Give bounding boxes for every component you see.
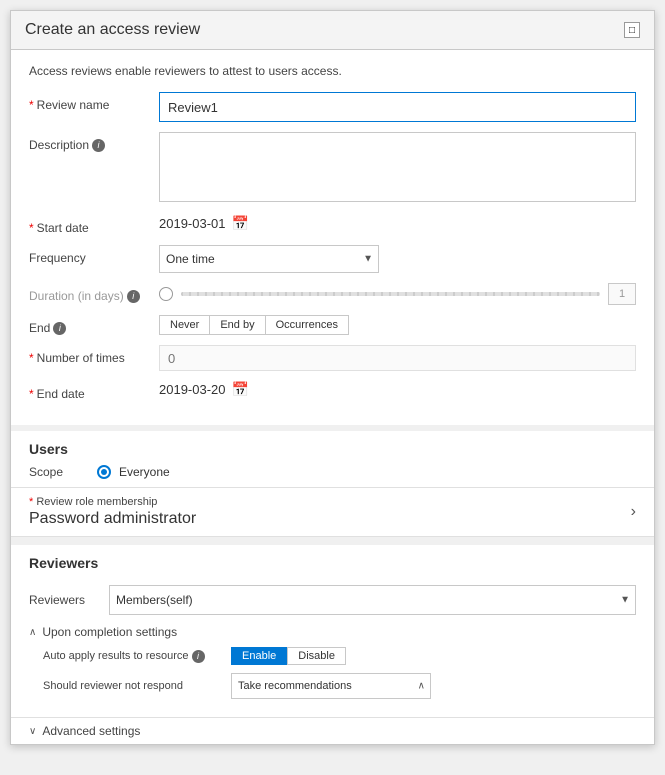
advanced-toggle[interactable]: ∨ Advanced settings [11, 717, 654, 744]
close-button[interactable]: □ [624, 22, 640, 38]
role-label-text: * Review role membership [29, 496, 196, 508]
duration-slider-wrap [181, 292, 600, 296]
reviewers-label: Reviewers [29, 593, 109, 607]
frequency-select[interactable]: One time Weekly Monthly Quarterly Annual… [159, 245, 379, 273]
end-buttons: Never End by Occurrences [159, 315, 636, 335]
end-control-wrap: Never End by Occurrences [159, 315, 636, 335]
required-star-3: * [29, 351, 34, 365]
start-date-wrap: 2019-03-01 📅 [159, 215, 636, 232]
reviewers-select[interactable]: Members(self) Selected users Managers [109, 585, 636, 615]
section-gap [11, 537, 654, 545]
reviewers-section: Reviewers Members(self) Selected users M… [11, 575, 654, 717]
end-endby-button[interactable]: End by [209, 315, 265, 335]
reviewers-row: Reviewers Members(self) Selected users M… [29, 585, 636, 615]
required-star: * [29, 98, 34, 112]
not-respond-row: Should reviewer not respond Take recomme… [43, 673, 636, 699]
end-row: End i Never End by Occurrences [29, 315, 636, 335]
title-bar: Create an access review □ [11, 11, 654, 50]
scope-label: Scope [29, 465, 89, 479]
frequency-label: Frequency [29, 245, 159, 265]
advanced-chevron-icon: ∨ [29, 726, 36, 737]
duration-info-icon: i [127, 290, 140, 303]
reviewers-select-wrap: Members(self) Selected users Managers ▼ [109, 585, 636, 615]
end-date-label: * End date [29, 381, 159, 401]
frequency-row: Frequency One time Weekly Monthly Quarte… [29, 245, 636, 273]
reviewers-section-header: Reviewers [11, 545, 654, 575]
role-value: Password administrator [29, 510, 196, 528]
auto-apply-info-icon: i [192, 650, 205, 663]
duration-label: Duration (in days) i [29, 283, 159, 303]
end-label: End i [29, 315, 159, 335]
number-of-times-row: * Number of times [29, 345, 636, 371]
auto-apply-toggle-group: Enable Disable [231, 647, 346, 665]
review-name-wrap [159, 92, 636, 122]
completion-toggle[interactable]: ∧ Upon completion settings [29, 625, 636, 639]
start-date-value: 2019-03-01 [159, 216, 226, 231]
number-of-times-wrap [159, 345, 636, 371]
start-date-calendar-icon[interactable]: 📅 [232, 215, 249, 232]
review-name-input[interactable] [159, 92, 636, 122]
completion-chevron-icon: ∧ [29, 627, 36, 638]
scope-radio[interactable] [97, 465, 111, 479]
start-date-input-wrap: 2019-03-01 📅 [159, 215, 636, 232]
scope-value: Everyone [119, 465, 170, 479]
end-date-wrap: 2019-03-20 📅 [159, 381, 636, 398]
number-of-times-label: * Number of times [29, 345, 159, 365]
number-of-times-input[interactable] [159, 345, 636, 371]
end-date-row: * End date 2019-03-20 📅 [29, 381, 636, 401]
not-respond-label: Should reviewer not respond [43, 680, 223, 692]
duration-row: Duration (in days) i 1 [29, 283, 636, 305]
duration-wrap: 1 [159, 283, 636, 305]
duration-slider-num: 1 [608, 283, 636, 305]
review-name-label: * Review name [29, 92, 159, 112]
auto-apply-row: Auto apply results to resource i Enable … [43, 647, 636, 665]
role-content: * Review role membership Password admini… [29, 496, 196, 528]
users-section-header: Users [11, 431, 654, 461]
review-name-row: * Review name [29, 92, 636, 122]
duration-radio[interactable] [159, 287, 173, 301]
scope-row: Scope Everyone [11, 461, 654, 487]
scope-radio-inner [101, 469, 107, 475]
completion-inner: Auto apply results to resource i Enable … [29, 647, 636, 699]
required-star-2: * [29, 221, 34, 235]
recommend-select[interactable]: Take recommendations Approve access Deny… [231, 673, 431, 699]
auto-apply-enable-button[interactable]: Enable [231, 647, 287, 665]
duration-control-wrap: 1 [159, 283, 636, 305]
frequency-wrap: One time Weekly Monthly Quarterly Annual… [159, 245, 636, 273]
end-date-calendar-icon[interactable]: 📅 [232, 381, 249, 398]
completion-section: ∧ Upon completion settings Auto apply re… [29, 625, 636, 699]
recommend-select-wrap: Take recommendations Approve access Deny… [231, 673, 431, 699]
duration-slider-track[interactable] [181, 292, 600, 296]
role-chevron-icon: › [631, 503, 636, 521]
description-wrap [159, 132, 636, 205]
description-info-icon: i [92, 139, 105, 152]
auto-apply-label: Auto apply results to resource i [43, 650, 223, 663]
end-date-input-wrap: 2019-03-20 📅 [159, 381, 636, 398]
dialog: Create an access review □ Access reviews… [10, 10, 655, 745]
auto-apply-disable-button[interactable]: Disable [287, 647, 346, 665]
end-occurrences-button[interactable]: Occurrences [265, 315, 349, 335]
required-star-4: * [29, 387, 34, 401]
form-content: Access reviews enable reviewers to attes… [11, 50, 654, 425]
role-row[interactable]: * Review role membership Password admini… [11, 487, 654, 537]
description-row: Description i [29, 132, 636, 205]
end-never-button[interactable]: Never [159, 315, 210, 335]
end-info-icon: i [53, 322, 66, 335]
frequency-select-wrap: One time Weekly Monthly Quarterly Annual… [159, 245, 379, 273]
subtitle: Access reviews enable reviewers to attes… [29, 64, 636, 78]
dialog-title: Create an access review [25, 21, 200, 39]
description-input[interactable] [159, 132, 636, 202]
start-date-row: * Start date 2019-03-01 📅 [29, 215, 636, 235]
description-label: Description i [29, 132, 159, 152]
start-date-label: * Start date [29, 215, 159, 235]
end-date-value: 2019-03-20 [159, 382, 226, 397]
